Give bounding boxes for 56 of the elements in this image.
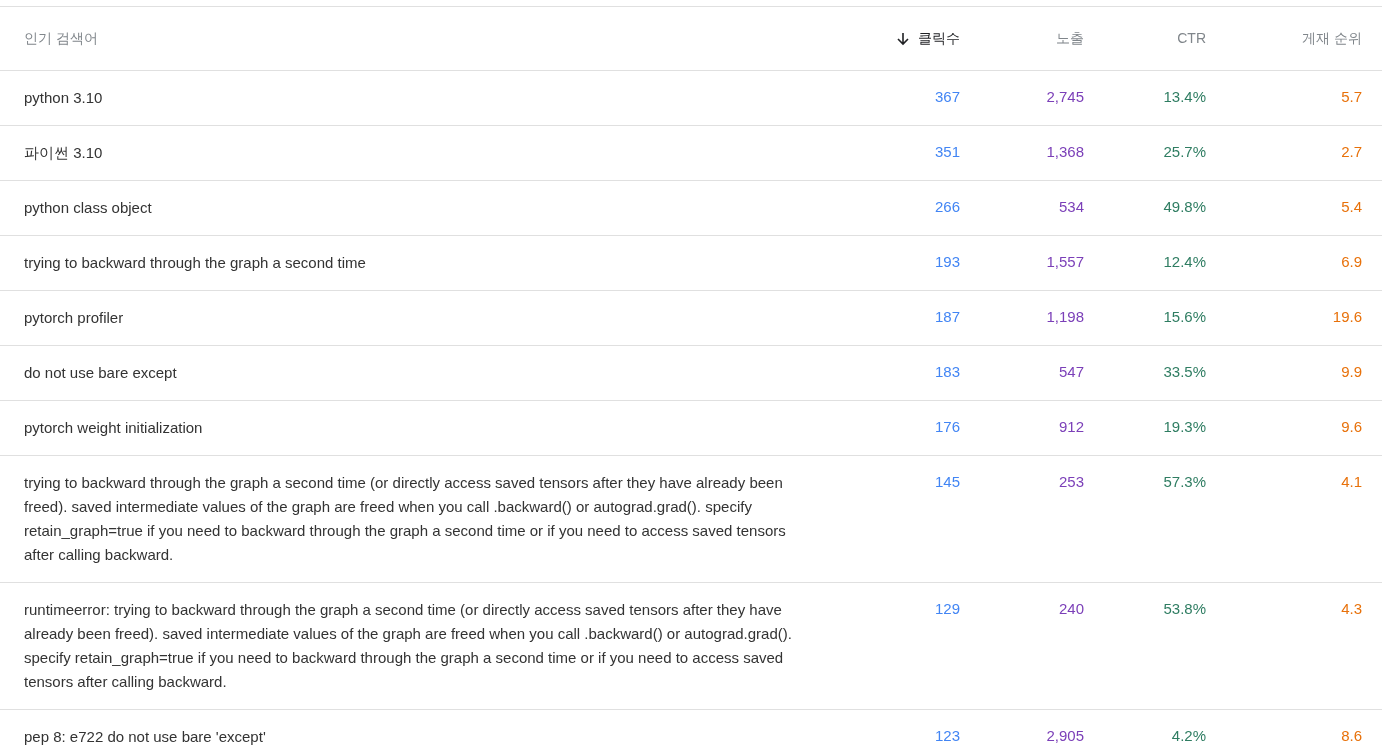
column-header[interactable]: 노출 [1056,28,1084,49]
query-cell: pytorch profiler [24,309,124,326]
metric-cell-text: 1,557 [1046,252,1084,272]
metric-cell-text: 193 [934,252,960,272]
metric-cell-text: 53.8% [1163,599,1206,619]
metric-cell-text: 183 [934,362,960,382]
query-cell: 파이썬 3.10 [24,144,103,161]
metric-cell-text: 1,368 [1046,142,1084,162]
query-cell: trying to backward through the graph a second time (or directly access saved tensors after they have already been freed). saved intermediate values of the graph are freed when you call .backward() or autograd.grad(). specify retain_graph=true if you need to backward through the graph a second time or if you need to access saved tensors after calling backward. [24,474,786,563]
metric-cell-text: 19.3% [1163,417,1206,437]
metric-cell-text: 9.9 [1341,362,1362,382]
metric-cell-text: 33.5% [1163,362,1206,382]
metric-cell-text: 187 [934,307,960,327]
column-header[interactable]: 인기 검색어 [24,28,98,49]
metric-cell-text: 49.8% [1163,197,1206,217]
query-cell: pytorch weight initialization [24,419,203,436]
metric-cell-text: 57.3% [1163,472,1206,492]
metric-cell-text: 351 [934,142,960,162]
sort-arrow-icon [896,31,910,46]
query-cell: python 3.10 [24,89,103,106]
metric-cell-text: 912 [1058,417,1084,437]
column-header[interactable]: CTR [1177,28,1206,49]
metric-cell-text: 547 [1058,362,1084,382]
metric-cell-text: 367 [934,87,960,107]
query-cell: trying to backward through the graph a second time [24,254,366,271]
metric-cell-text: 15.6% [1163,307,1206,327]
metric-cell-text: 6.9 [1341,252,1362,272]
metric-cell-text: 5.7 [1341,87,1362,107]
metric-cell-text: 25.7% [1163,142,1206,162]
metric-cell-text: 13.4% [1163,87,1206,107]
metric-cell-text: 2.7 [1341,142,1362,162]
metric-cell-text: 253 [1058,472,1084,492]
metric-cell-text: 266 [934,197,960,217]
metric-cell-text: 19.6 [1332,307,1362,327]
metric-cell-text: 534 [1058,197,1084,217]
metric-cell-text: 145 [934,472,960,492]
metric-cell-text: 176 [934,417,960,437]
column-header[interactable]: 클릭수 [896,28,960,49]
query-cell: python class object [24,199,152,216]
metric-cell-text: 123 [934,726,960,746]
metric-cell-text: 8.6 [1341,726,1362,746]
query-cell: pep 8: e722 do not use bare 'except' [24,728,266,745]
metric-cell-text: 5.4 [1341,197,1362,217]
query-cell: runtimeerror: trying to backward through the graph a second time (or directly access saved tensors after they have already been freed). saved intermediate values of the graph are freed when you call .backward() or autograd.grad(). specify retain_graph=true if you need to backward through the graph a second time or if you need to access saved tensors after calling backward. [24,601,792,690]
metric-cell-text: 4.2% [1171,726,1206,746]
column-header[interactable]: 게재 순위 [1302,28,1362,49]
metric-cell-text: 12.4% [1163,252,1206,272]
metric-cell-text: 9.6 [1341,417,1362,437]
metric-cell-text: 1,198 [1046,307,1084,327]
metric-cell-text: 4.1 [1341,472,1362,492]
metric-cell-text: 2,905 [1046,726,1084,746]
metric-cell-text: 4.3 [1341,599,1362,619]
query-cell: do not use bare except [24,364,177,381]
metric-cell-text: 240 [1058,599,1084,619]
metric-cell-text: 129 [934,599,960,619]
metric-cell-text: 2,745 [1046,87,1084,107]
